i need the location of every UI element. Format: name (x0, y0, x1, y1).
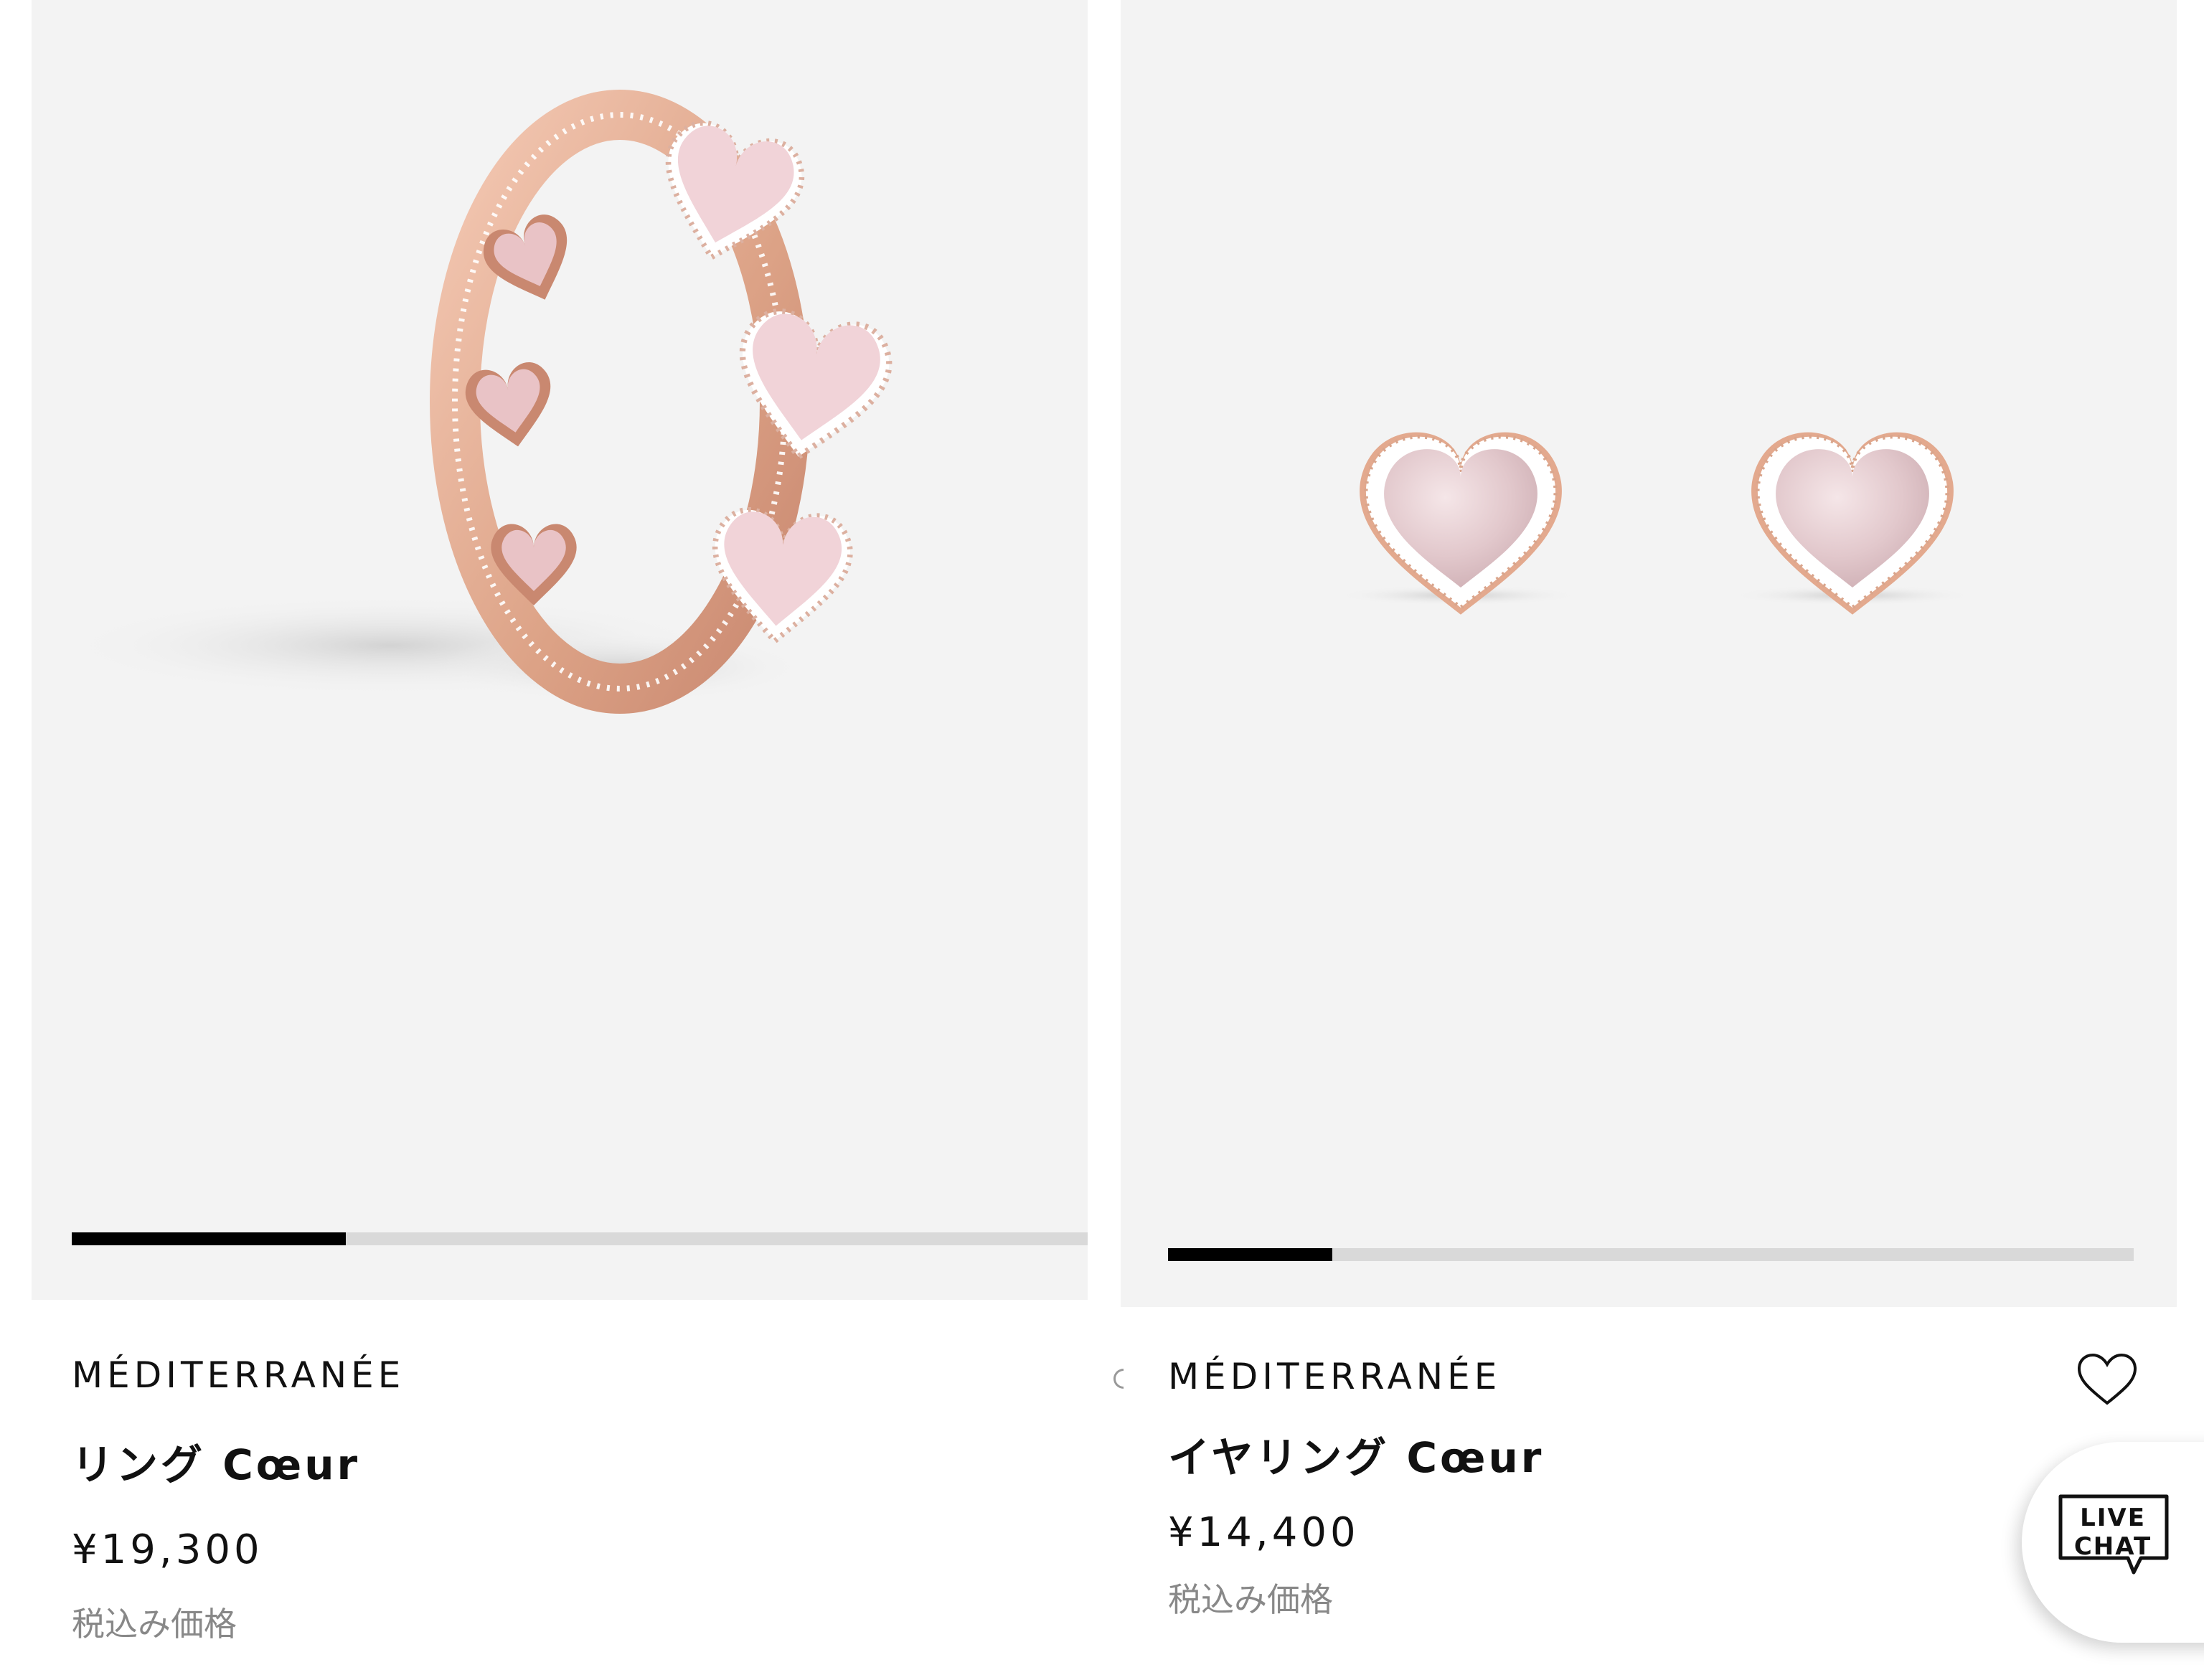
tax-included-note: 税込み価格 (1168, 1580, 1333, 1619)
tax-included-note: 税込み価格 (72, 1605, 237, 1643)
product-brand: MÉDITERRANÉE (1168, 1356, 1502, 1397)
gallery-progress-indicator (72, 1232, 347, 1245)
gallery-progress-bar[interactable] (1168, 1248, 2134, 1261)
heart-outline-icon (2077, 1353, 2137, 1405)
product-name[interactable]: イヤリング Cœur (1168, 1424, 1544, 1484)
ring-product-image (60, 90, 1088, 714)
live-chat-label: LIVE CHAT (2073, 1504, 2152, 1561)
favorite-button[interactable] (2075, 1351, 2139, 1409)
product-image-gallery[interactable] (32, 0, 1088, 1300)
product-price: ¥19,300 (72, 1526, 263, 1573)
earrings-product-image (1336, 432, 1974, 615)
product-price: ¥14,400 (1168, 1509, 1360, 1556)
product-name[interactable]: リング Cœur (72, 1431, 360, 1491)
product-brand: MÉDITERRANÉE (72, 1354, 405, 1396)
live-chat-button[interactable]: LIVE CHAT (2022, 1442, 2204, 1643)
gallery-progress-indicator (1168, 1248, 1332, 1261)
gallery-progress-bar[interactable] (72, 1232, 1088, 1245)
favorite-icon-clipped (1113, 1369, 1124, 1389)
product-image-gallery[interactable] (1121, 0, 2177, 1307)
